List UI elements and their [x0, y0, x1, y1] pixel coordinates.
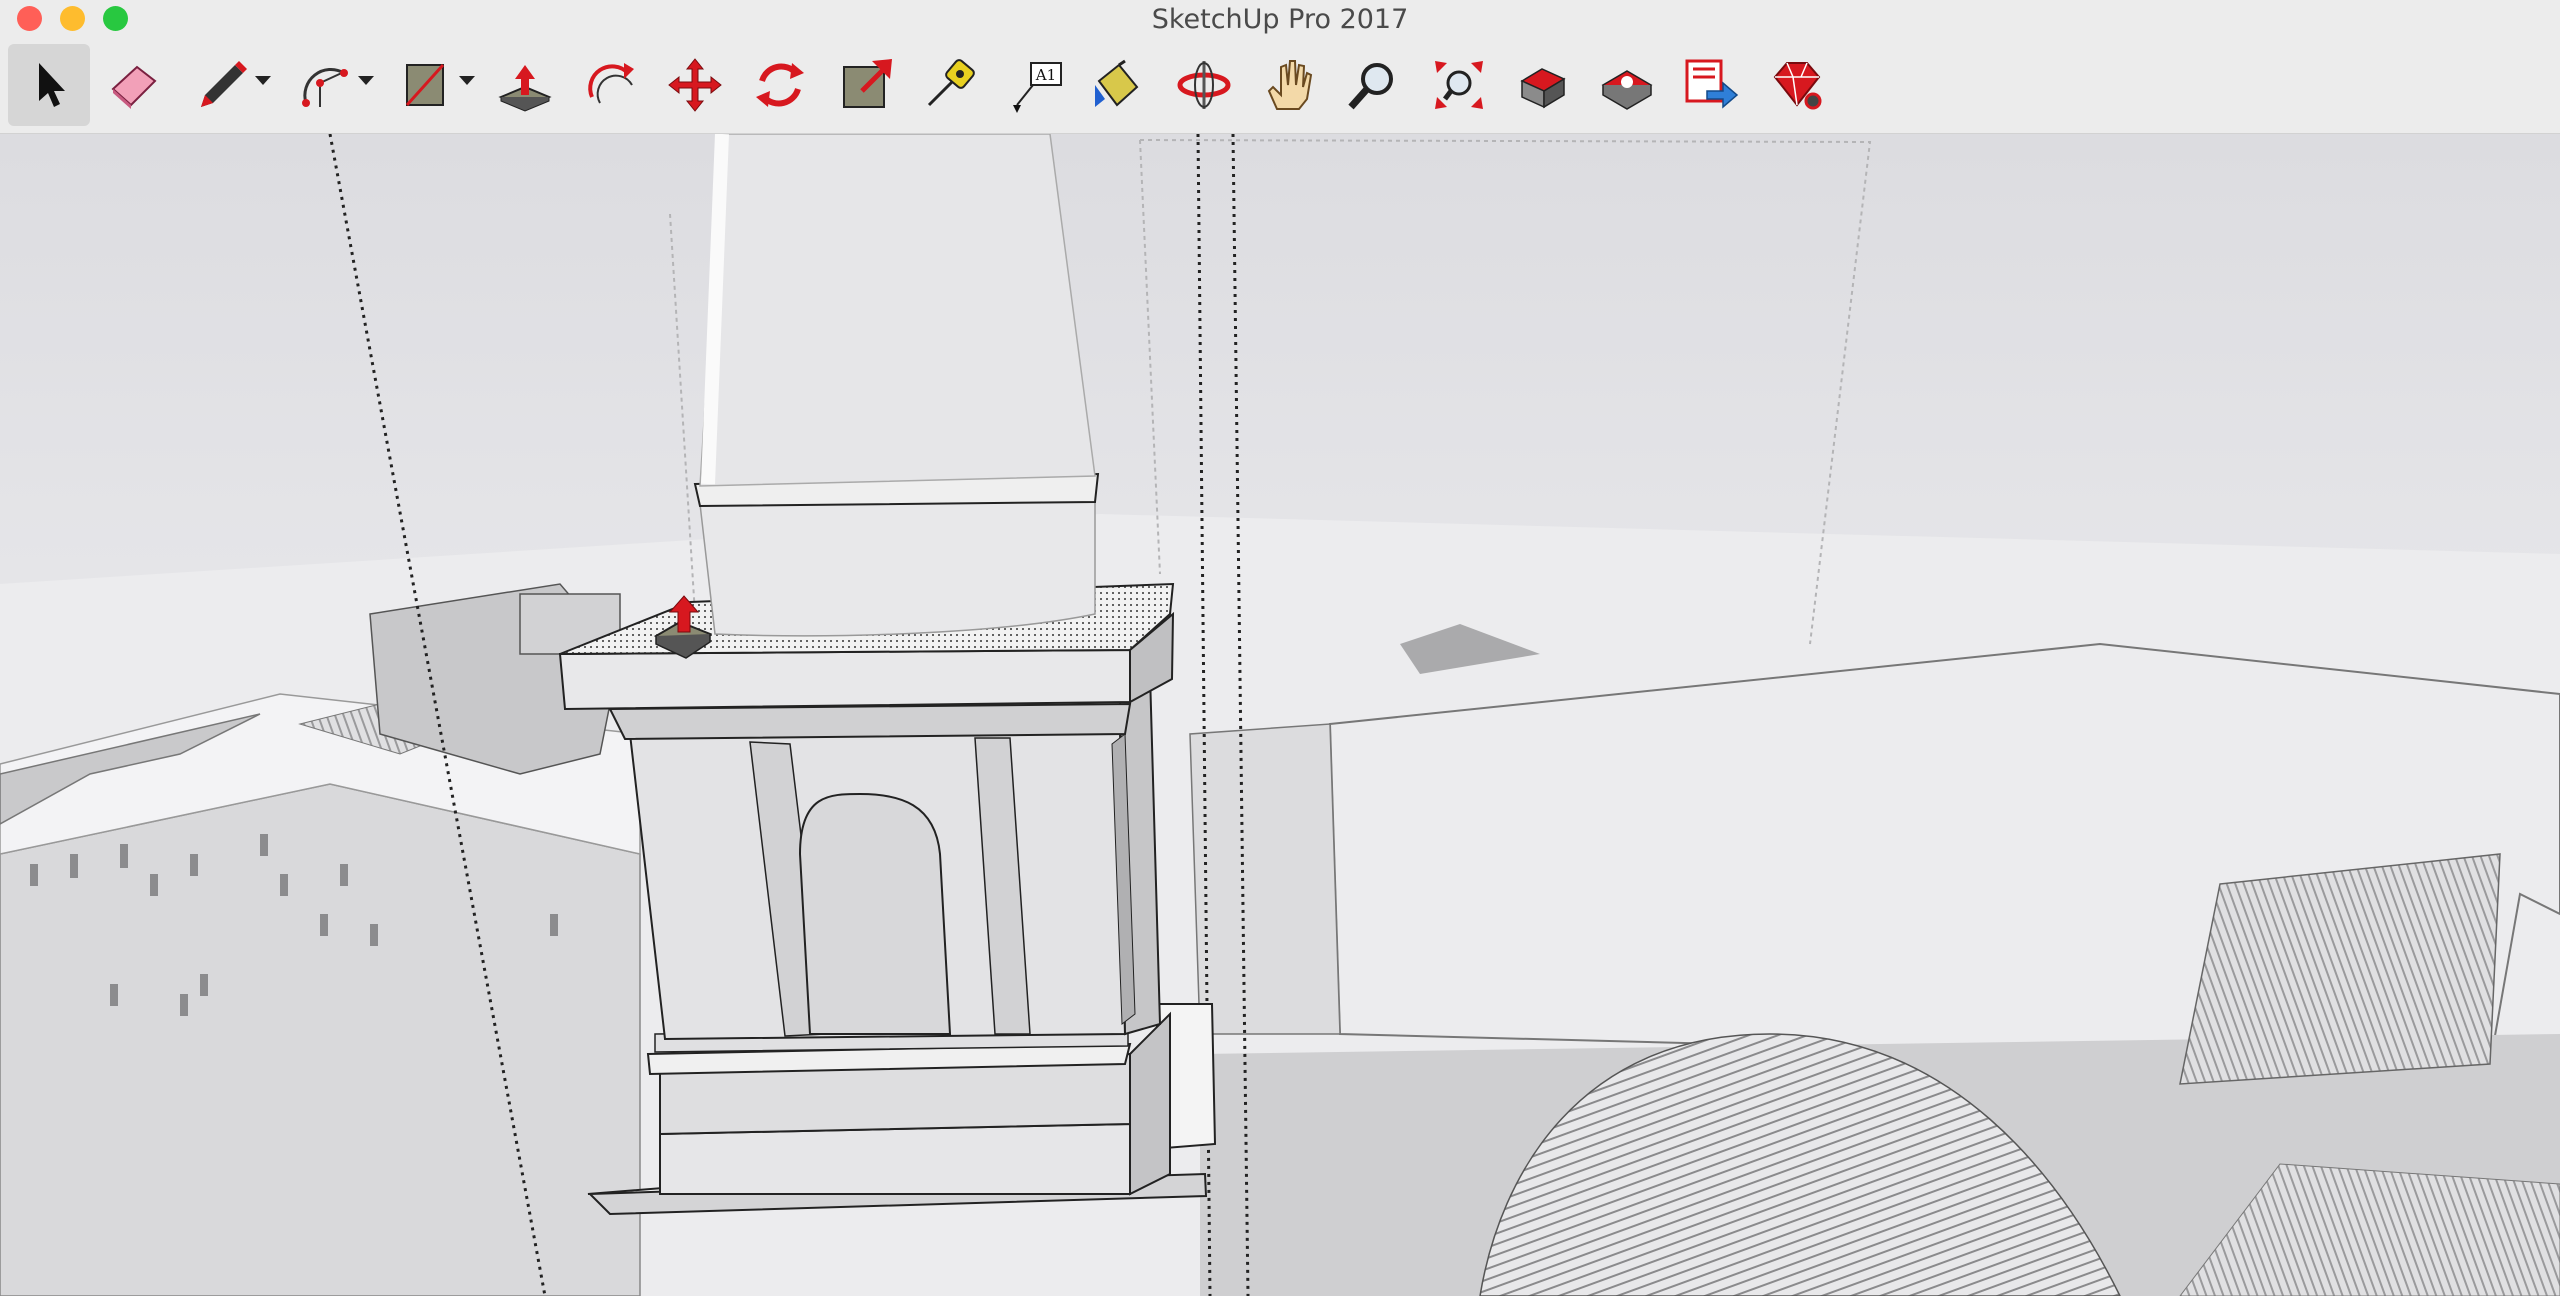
scene-drawing: [0, 134, 2560, 1296]
model-viewport[interactable]: [0, 134, 2560, 1296]
zoom-extents-icon: [1435, 61, 1483, 109]
paint-bucket-icon: [1095, 59, 1139, 107]
rectangle-icon: [405, 63, 445, 107]
pencil-icon: [201, 61, 247, 107]
rotate-tool-button[interactable]: [739, 44, 821, 126]
right-building-side: [1189, 723, 1341, 1035]
extension-warehouse-icon: [1601, 70, 1653, 110]
3d-warehouse-icon: [1520, 68, 1566, 109]
arc-icon: [302, 67, 348, 107]
pan-tool-button[interactable]: [1248, 44, 1330, 126]
paint-bucket-tool-button[interactable]: [1074, 44, 1156, 126]
arrow-cursor-icon: [39, 63, 65, 107]
zoom-window-button[interactable]: [103, 6, 128, 31]
main-toolbar: A1: [0, 40, 2560, 134]
right-building-windows: [2179, 853, 2501, 1085]
left-hillside: [0, 783, 641, 1296]
eraser-icon: [111, 65, 157, 109]
line-tool-dropdown[interactable]: [255, 76, 271, 85]
orbit-icon: [1177, 61, 1231, 109]
zoom-extents-tool-button[interactable]: [1418, 44, 1500, 126]
offset-tool-button[interactable]: [569, 44, 651, 126]
close-window-button[interactable]: [17, 6, 42, 31]
tape-measure-tool-button[interactable]: [910, 44, 992, 126]
tape-measure-icon: [927, 59, 975, 107]
text-tool-button[interactable]: A1: [996, 44, 1078, 126]
push-pull-icon: [498, 65, 552, 112]
orbit-tool-button[interactable]: [1163, 44, 1245, 126]
window-title: SketchUp Pro 2017: [1151, 4, 1409, 35]
extension-manager-icon: [1773, 62, 1822, 110]
send-to-layout-button[interactable]: [1670, 44, 1752, 126]
select-tool-button[interactable]: [8, 44, 90, 126]
push-pull-tool-button[interactable]: [484, 44, 566, 126]
scale-icon: [843, 59, 892, 108]
eraser-tool-button[interactable]: [92, 44, 174, 126]
line-tool-button[interactable]: [180, 44, 262, 126]
rectangle-tool-dropdown[interactable]: [459, 76, 475, 85]
scale-tool-button[interactable]: [825, 44, 907, 126]
arc-tool-dropdown[interactable]: [358, 76, 374, 85]
rotate-icon: [756, 63, 804, 107]
arc-tool-button[interactable]: [283, 44, 365, 126]
hand-icon: [1267, 60, 1313, 110]
magnifier-icon: [1348, 63, 1393, 110]
offset-icon: [588, 63, 634, 104]
extension-manager-button[interactable]: [1756, 44, 1838, 126]
minimize-window-button[interactable]: [60, 6, 85, 31]
text-tool-label: A1: [1035, 66, 1056, 84]
send-to-layout-icon: [1685, 59, 1739, 109]
title-bar: SketchUp Pro 2017: [0, 0, 2560, 40]
extension-warehouse-button[interactable]: [1586, 44, 1668, 126]
move-icon: [668, 58, 722, 112]
3d-warehouse-button[interactable]: [1503, 44, 1585, 126]
zoom-tool-button[interactable]: [1332, 44, 1414, 126]
text-label-icon: A1: [1013, 62, 1062, 113]
rectangle-tool-button[interactable]: [384, 44, 466, 126]
move-tool-button[interactable]: [654, 44, 736, 126]
